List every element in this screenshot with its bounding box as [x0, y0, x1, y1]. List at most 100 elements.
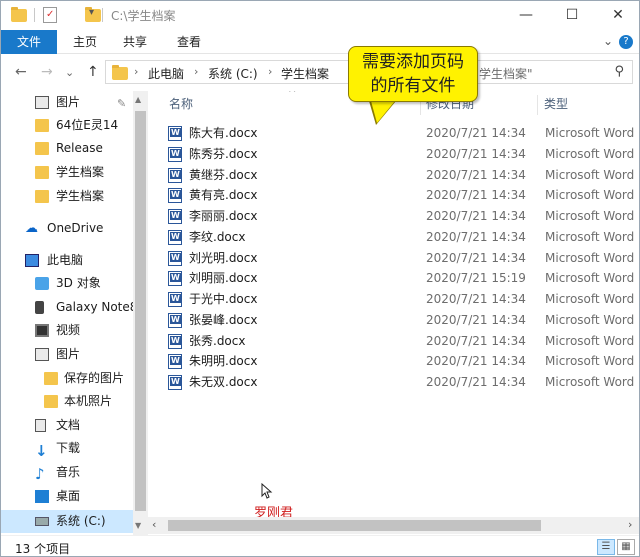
column-header-type[interactable]: 类型 [544, 91, 568, 118]
table-row[interactable]: 黄继芬.docx 2020/7/21 14:34 Microsoft Word [168, 165, 639, 185]
folder-icon [35, 166, 49, 179]
word-document-icon [168, 375, 182, 390]
forward-button[interactable]: → [41, 64, 53, 80]
search-input[interactable]: 学生档案" ⚲ [461, 60, 633, 84]
back-button[interactable]: ← [15, 64, 27, 80]
breadcrumb-drive-c[interactable]: 系统 (C:) [208, 65, 258, 82]
file-name: 朱明明.docx [189, 354, 258, 369]
table-row[interactable]: 李纹.docx 2020/7/21 14:34 Microsoft Word [168, 227, 639, 247]
horizontal-scrollbar[interactable]: ‹ › [148, 517, 639, 534]
help-icon[interactable]: ? [619, 35, 633, 49]
sidebar-item-student-files[interactable]: 学生档案 [1, 161, 133, 184]
file-type: Microsoft Word [545, 375, 635, 389]
sidebar-item-64-e14[interactable]: 64位E灵14 [1, 114, 133, 137]
minimize-button[interactable]: — [503, 1, 549, 30]
column-divider[interactable] [537, 95, 538, 115]
maximize-button[interactable]: ☐ [549, 1, 595, 30]
table-row[interactable]: 陈大有.docx 2020/7/21 14:34 Microsoft Word [168, 123, 639, 143]
file-type: Microsoft Word [545, 312, 635, 327]
sidebar-item-this-pc[interactable]: 此电脑 [1, 249, 133, 272]
pin-icon: ✎ [117, 97, 127, 110]
sidebar-item-music[interactable]: ♪ 音乐 [1, 461, 133, 484]
tab-file[interactable]: 文件 [1, 30, 57, 54]
file-list: 名称 ^ 修改日期 类型 陈大有.docx2020/7/21 14:34Micr… [148, 91, 639, 535]
search-icon[interactable]: ⚲ [614, 64, 624, 79]
file-type: Microsoft Word [545, 292, 635, 306]
table-row[interactable]: 朱明明.docx 2020/7/21 14:34 Microsoft Word [168, 351, 639, 371]
file-type: Microsoft Word [545, 126, 635, 140]
scroll-down-icon[interactable]: ▼ [135, 521, 141, 530]
sidebar-item-label: 图片 [56, 95, 81, 109]
folder-icon [44, 372, 58, 385]
sidebar-item-saved-pictures[interactable]: 保存的图片 [1, 367, 133, 390]
breadcrumb-separator: › [194, 65, 199, 78]
file-type: Microsoft Word [545, 354, 635, 369]
scroll-up-icon[interactable]: ▲ [135, 95, 141, 104]
table-row[interactable]: 刘光明.docx 2020/7/21 14:34 Microsoft Word [168, 248, 639, 268]
properties-icon[interactable]: ✓ [43, 7, 57, 23]
horizontal-scrollbar-thumb[interactable] [168, 520, 541, 531]
sidebar-item-camera-roll[interactable]: 本机照片 [1, 390, 133, 413]
close-button[interactable]: ✕ [595, 1, 639, 30]
word-document-icon [168, 292, 182, 307]
sidebar-item-label: 下载 [56, 441, 81, 455]
nav-scrollbar-thumb[interactable] [135, 111, 146, 511]
up-button[interactable]: ↑ [87, 64, 99, 80]
large-icons-view-button[interactable]: ▦ [617, 539, 635, 555]
file-date: 2020/7/21 14:34 [426, 229, 526, 244]
file-date: 2020/7/21 14:34 [426, 188, 526, 203]
sidebar-item-desktop[interactable]: 桌面 [1, 485, 133, 508]
sidebar-item-release[interactable]: Release [1, 137, 133, 160]
sidebar-item-pictures[interactable]: 图片 [1, 343, 133, 366]
sidebar-item-student-files-2[interactable]: 学生档案 [1, 185, 133, 208]
table-row[interactable]: 朱无双.docx 2020/7/21 14:34 Microsoft Word [168, 372, 639, 392]
sidebar-item-label: 64位E灵14 [56, 118, 119, 132]
details-view-button[interactable]: ☰ [597, 539, 615, 555]
tab-view[interactable]: 查看 [177, 30, 201, 54]
file-name: 于光中.docx [189, 292, 258, 306]
word-document-icon [168, 167, 182, 183]
sidebar-item-label: 本机照片 [64, 394, 113, 408]
navigation-pane: 图片 ✎ 64位E灵14 Release 学生档案 学生档案 ☁ OneDriv… [1, 91, 148, 535]
sidebar-item-documents[interactable]: 文档 [1, 414, 133, 437]
word-document-icon [168, 229, 182, 245]
sidebar-item-label: 学生档案 [56, 165, 105, 179]
breadcrumb-this-pc[interactable]: 此电脑 [148, 65, 184, 82]
breadcrumb-student-files[interactable]: 学生档案 [281, 65, 329, 82]
folder-icon [44, 395, 58, 408]
sidebar-item-onedrive[interactable]: ☁ OneDrive [1, 217, 133, 240]
table-row[interactable]: 张秀.docx 2020/7/21 14:34 Microsoft Word [168, 331, 639, 351]
sidebar-item-label: Release [56, 141, 103, 155]
explorer-window: ✓ ▾ C:\学生档案 — ☐ ✕ 文件 主页 共享 查看 ⌄ ? ← → ⌄ … [0, 0, 640, 557]
scroll-left-icon[interactable]: ‹ [152, 518, 156, 531]
sidebar-item-pictures-pinned[interactable]: 图片 ✎ [1, 91, 133, 114]
table-row[interactable]: 于光中.docx 2020/7/21 14:34 Microsoft Word [168, 289, 639, 309]
cloud-icon: ☁ [25, 221, 38, 236]
recent-locations-chevron-icon[interactable]: ⌄ [65, 66, 74, 79]
tab-share[interactable]: 共享 [123, 30, 147, 54]
customize-toolbar-icon[interactable]: ▾ [89, 7, 94, 18]
sidebar-item-label: 系统 (C:) [56, 514, 106, 528]
sidebar-item-galaxy-note8[interactable]: Galaxy Note8 [1, 296, 133, 319]
column-header-name[interactable]: 名称 [169, 91, 193, 118]
table-row[interactable]: 黄有亮.docx 2020/7/21 14:34 Microsoft Word [168, 185, 639, 205]
window-title: C:\学生档案 [111, 9, 176, 23]
table-row[interactable]: 刘明丽.docx 2020/7/21 15:19 Microsoft Word [168, 268, 639, 288]
table-row[interactable]: 张晏峰.docx 2020/7/21 14:34 Microsoft Word [168, 310, 639, 330]
divider [34, 8, 35, 22]
sidebar-item-3d-objects[interactable]: 3D 对象 [1, 272, 133, 295]
pictures-icon [35, 348, 49, 361]
expand-ribbon-chevron-icon[interactable]: ⌄ [603, 34, 613, 48]
tab-home[interactable]: 主页 [73, 30, 97, 54]
table-row[interactable]: 李丽丽.docx 2020/7/21 14:34 Microsoft Word [168, 206, 639, 226]
nav-scrollbar[interactable]: ▲ ▼ [133, 91, 148, 535]
file-name: 李丽丽.docx [189, 209, 258, 223]
table-row[interactable]: 陈秀芬.docx 2020/7/21 14:34 Microsoft Word [168, 144, 639, 164]
file-name: 李纹.docx [189, 229, 246, 244]
sidebar-item-label: 保存的图片 [64, 371, 125, 385]
scroll-right-icon[interactable]: › [628, 518, 632, 531]
file-type: Microsoft Word [545, 146, 635, 161]
sidebar-item-drive-c[interactable]: 系统 (C:) [1, 510, 133, 533]
sidebar-item-downloads[interactable]: ↓ 下载 [1, 437, 133, 460]
sidebar-item-videos[interactable]: 视频 [1, 319, 133, 342]
